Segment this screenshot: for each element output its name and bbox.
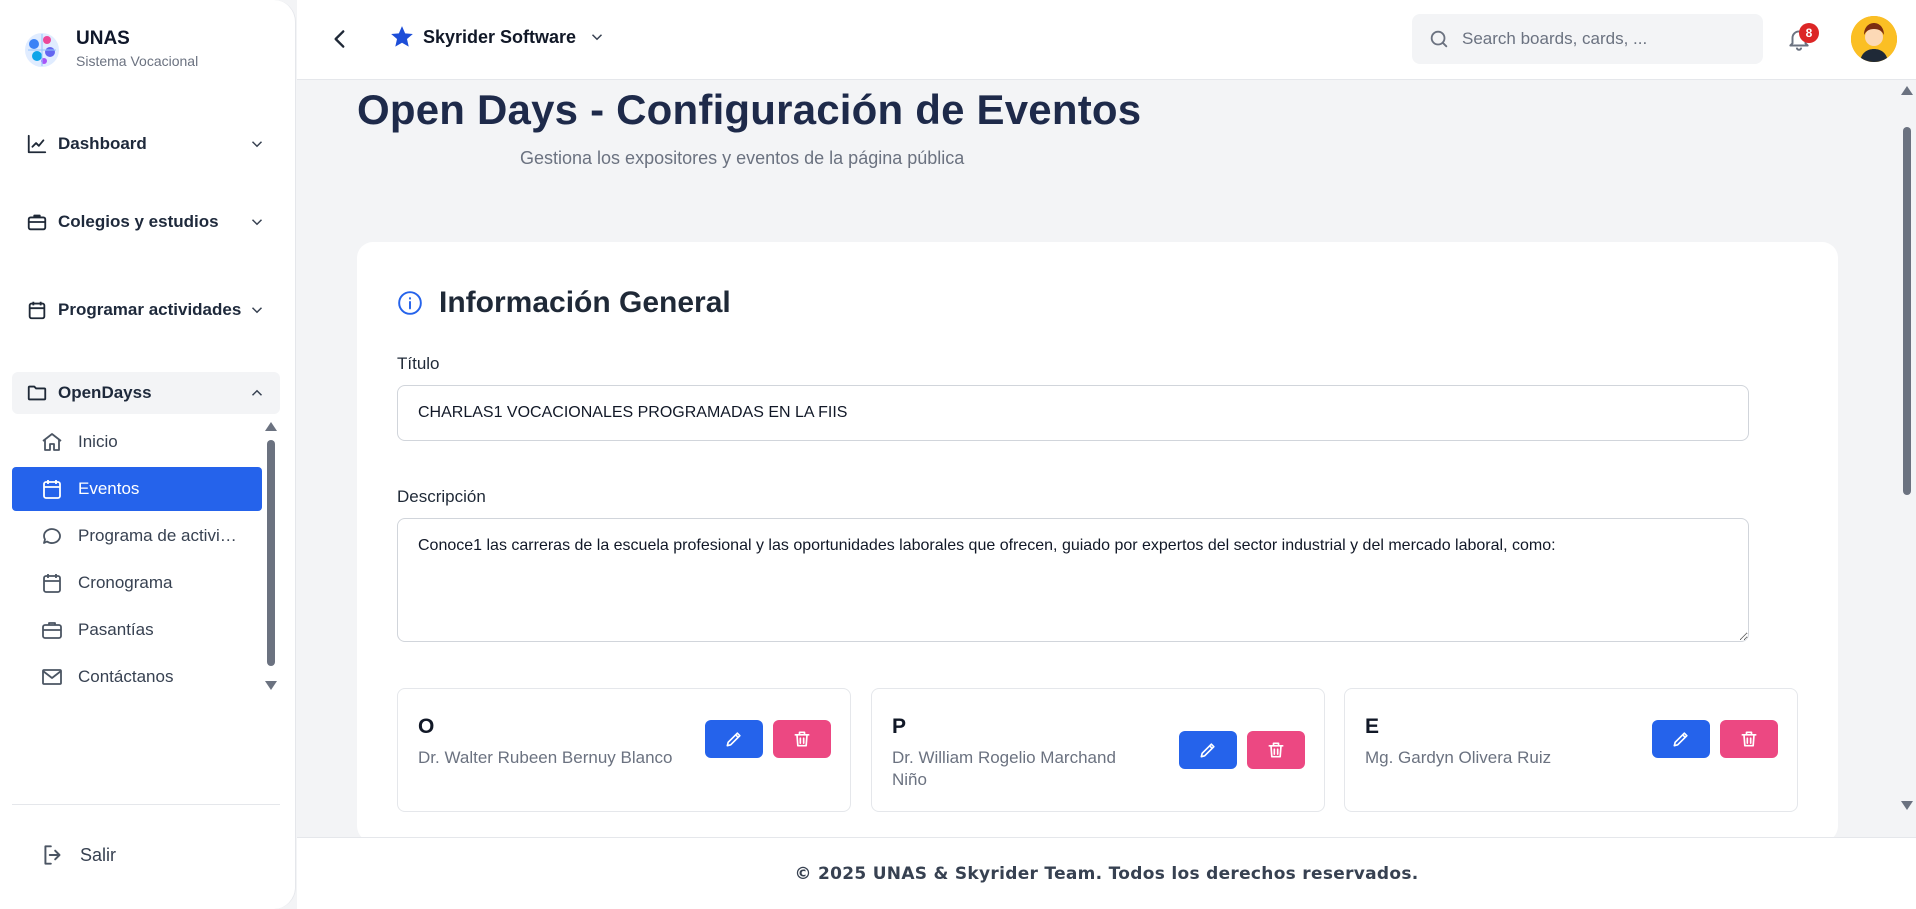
speaker-letter: O [418, 715, 435, 738]
briefcase-icon [42, 622, 62, 639]
opendays-submenu: Inicio Eventos Programa de actividades C… [12, 420, 262, 702]
folder-icon [27, 385, 47, 401]
pencil-icon [1200, 743, 1215, 758]
speaker-name: Mg. Gardyn Olivera Ruiz [1365, 748, 1552, 767]
speaker-name: Dr. Walter Rubeen Bernuy Blanco [418, 748, 673, 767]
general-info-card: Información General Título Descripción C… [357, 242, 1838, 842]
logout-button[interactable]: Salir [40, 842, 116, 868]
page-title: Open Days - Configuración de Eventos [357, 86, 1142, 133]
chevron-left-icon[interactable] [327, 26, 353, 52]
delete-speaker-button[interactable] [1247, 731, 1305, 769]
sidebar-item-inicio[interactable]: Inicio [12, 420, 262, 464]
divider [12, 804, 280, 805]
scroll-up-arrow-icon[interactable] [265, 422, 277, 431]
speaker-name: Dr. William Rogelio Marchand Niño [892, 748, 1116, 789]
sidebar-item-label: Programa de actividades [78, 526, 246, 545]
sidebar-scrollbar[interactable] [265, 422, 277, 690]
page-subtitle: Gestiona los expositores y eventos de la… [520, 148, 965, 168]
nav-group-programar[interactable]: Programar actividades [12, 289, 280, 331]
pencil-icon [1673, 732, 1688, 747]
speaker-card: O Dr. Walter Rubeen Bernuy Blanco [397, 688, 851, 812]
logout-label: Salir [80, 844, 117, 865]
search-box [1412, 14, 1763, 64]
sidebar-item-label: Cronograma [78, 573, 173, 592]
edit-speaker-button[interactable] [705, 720, 763, 758]
sidebar: UNAS Sistema Vocacional Dashboard Colegi… [0, 0, 296, 909]
home-icon [42, 433, 62, 451]
topbar: Skyrider Software 8 [297, 0, 1916, 80]
scrollbar-thumb[interactable] [1903, 127, 1911, 495]
workspace-selector[interactable]: Skyrider Software [389, 24, 606, 50]
title-label: Título [397, 354, 440, 373]
chevron-down-icon [251, 307, 263, 314]
star-icon [391, 26, 413, 47]
sidebar-item-label: Contáctanos [78, 667, 174, 686]
sidebar-item-pasantias[interactable]: Pasantías [12, 608, 262, 652]
user-avatar-icon [1851, 16, 1897, 62]
nav-group-colegios[interactable]: Colegios y estudios [12, 201, 280, 243]
card-heading: Información General [439, 286, 731, 319]
sidebar-item-cronograma[interactable]: Cronograma [12, 561, 262, 605]
trash-icon [1741, 731, 1757, 747]
chevron-down-icon [251, 141, 263, 148]
main-scrollbar[interactable] [1900, 82, 1914, 810]
edit-speaker-button[interactable] [1179, 731, 1237, 769]
trash-icon [1268, 742, 1284, 758]
sidebar-item-programa[interactable]: Programa de actividades [12, 514, 262, 558]
delete-speaker-button[interactable] [1720, 720, 1778, 758]
delete-speaker-button[interactable] [773, 720, 831, 758]
sidebar-item-label: Inicio [78, 432, 118, 451]
sidebar-item-label: Pasantías [78, 620, 154, 639]
chevron-down-icon [592, 34, 603, 41]
search-icon [1430, 30, 1448, 48]
nav-group-label: OpenDayss [58, 383, 152, 402]
sidebar-item-contactanos[interactable]: Contáctanos [12, 655, 262, 699]
pencil-icon [726, 732, 741, 747]
avatar[interactable] [1851, 16, 1897, 62]
info-icon [398, 291, 422, 315]
notification-badge: 8 [1799, 23, 1819, 43]
scrollbar-thumb[interactable] [267, 440, 275, 666]
footer: © 2025 UNAS & Skyrider Team. Todos los d… [297, 837, 1916, 909]
footer-text: © 2025 UNAS & Skyrider Team. Todos los d… [794, 863, 1419, 884]
speaker-letter: E [1365, 715, 1380, 738]
description-label: Descripción [397, 487, 486, 506]
chevron-down-icon [251, 219, 263, 226]
edit-speaker-button[interactable] [1652, 720, 1710, 758]
calendar-icon [43, 480, 61, 499]
speaker-card: P Dr. William Rogelio Marchand Niño [871, 688, 1325, 812]
nav-group-opendayss[interactable]: OpenDayss [12, 372, 280, 414]
sidebar-item-eventos[interactable]: Eventos [12, 467, 262, 511]
speaker-letter: P [892, 715, 907, 738]
title-input[interactable] [397, 385, 1749, 441]
nav-group-label: Dashboard [58, 134, 147, 153]
brand-name: UNAS [76, 28, 130, 49]
logout-icon [44, 845, 61, 865]
scroll-up-arrow-icon[interactable] [1901, 86, 1913, 95]
scroll-down-arrow-icon[interactable] [1901, 801, 1913, 810]
calendar-icon [28, 301, 46, 320]
chevron-up-icon [251, 389, 263, 396]
description-textarea[interactable]: Conoce1 las carreras de la escuela profe… [397, 518, 1749, 642]
briefcase-icon [27, 214, 47, 231]
brain-logo-icon [25, 33, 59, 67]
chart-line-icon [27, 134, 47, 154]
chat-icon [43, 528, 61, 544]
mail-icon [42, 669, 62, 685]
trash-icon [794, 731, 810, 747]
brand-subtitle: Sistema Vocacional [76, 53, 199, 69]
sidebar-item-label: Eventos [78, 479, 140, 498]
search-input[interactable] [1462, 29, 1742, 49]
nav-group-label: Programar actividades [58, 300, 242, 319]
speaker-card: E Mg. Gardyn Olivera Ruiz [1344, 688, 1798, 812]
nav-group-dashboard[interactable]: Dashboard [12, 123, 280, 165]
calendar-icon [43, 574, 61, 593]
workspace-name: Skyrider Software [423, 26, 577, 47]
scroll-down-arrow-icon[interactable] [265, 681, 277, 690]
nav-group-label: Colegios y estudios [58, 212, 219, 231]
brand[interactable]: UNAS Sistema Vocacional [20, 28, 198, 72]
